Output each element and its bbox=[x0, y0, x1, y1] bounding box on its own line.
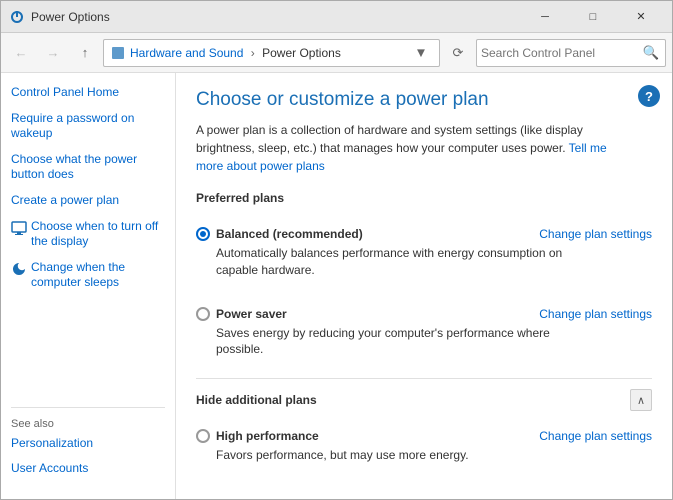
window-controls: ─ □ ✕ bbox=[522, 1, 664, 33]
search-icon: 🔍 bbox=[643, 45, 660, 61]
back-icon: ← bbox=[15, 45, 28, 60]
sidebar: Control Panel Home Require a password on… bbox=[1, 73, 176, 499]
plan-description-balanced: Automatically balances performance with … bbox=[216, 245, 566, 279]
monitor-icon bbox=[11, 220, 27, 236]
radio-high-performance[interactable] bbox=[196, 429, 210, 443]
radio-balanced[interactable] bbox=[196, 227, 210, 241]
sidebar-link-sleep-container: Change when the computer sleeps bbox=[11, 260, 165, 291]
page-title: Choose or customize a power plan bbox=[196, 89, 652, 111]
change-plan-high-performance[interactable]: Change plan settings bbox=[539, 429, 652, 443]
plan-description-power-saver: Saves energy by reducing your computer's… bbox=[216, 325, 566, 359]
address-breadcrumb: Hardware and Sound › Power Options bbox=[130, 46, 405, 60]
plan-row-balanced: Balanced (recommended) Change plan setti… bbox=[196, 227, 652, 241]
sidebar-link-personalization[interactable]: Personalization bbox=[11, 436, 165, 452]
see-also-label: See also bbox=[11, 418, 165, 430]
sidebar-top-links: Control Panel Home Require a password on… bbox=[11, 85, 165, 387]
plan-name-row-power-saver: Power saver bbox=[196, 307, 287, 321]
plan-name-high-performance: High performance bbox=[216, 429, 319, 443]
sidebar-link-sleep[interactable]: Change when the computer sleeps bbox=[31, 260, 165, 291]
up-button[interactable]: ↑ bbox=[71, 39, 99, 67]
sidebar-see-also: See also Personalization User Accounts bbox=[11, 407, 165, 487]
sidebar-link-require-password[interactable]: Require a password on wakeup bbox=[11, 111, 165, 142]
radio-power-saver[interactable] bbox=[196, 307, 210, 321]
window: Power Options ─ □ ✕ ← → ↑ Hardware and S… bbox=[0, 0, 673, 500]
hide-plans-header: Hide additional plans ∧ bbox=[196, 389, 652, 411]
sleep-icon bbox=[11, 261, 27, 277]
breadcrumb-separator: › bbox=[251, 46, 255, 60]
sidebar-link-turn-off-display-container: Choose when to turn off the display bbox=[11, 219, 165, 250]
plan-name-power-saver: Power saver bbox=[216, 307, 287, 321]
plan-row-power-saver: Power saver Change plan settings bbox=[196, 307, 652, 321]
page-description: A power plan is a collection of hardware… bbox=[196, 121, 636, 175]
collapse-button[interactable]: ∧ bbox=[630, 389, 652, 411]
address-dropdown-button[interactable]: ▼ bbox=[409, 40, 433, 66]
window-icon bbox=[9, 9, 25, 25]
back-button[interactable]: ← bbox=[7, 39, 35, 67]
search-button[interactable]: 🔍 bbox=[641, 43, 661, 63]
sidebar-link-turn-off-display[interactable]: Choose when to turn off the display bbox=[31, 219, 165, 250]
breadcrumb-current: Power Options bbox=[262, 46, 341, 60]
change-plan-balanced[interactable]: Change plan settings bbox=[539, 227, 652, 241]
page-description-text: A power plan is a collection of hardware… bbox=[196, 123, 583, 155]
refresh-button[interactable]: ⟳ bbox=[444, 39, 472, 67]
sidebar-wrapper: Control Panel Home Require a password on… bbox=[11, 85, 165, 487]
plan-name-row-balanced: Balanced (recommended) bbox=[196, 227, 363, 241]
breadcrumb-hardware-sound[interactable]: Hardware and Sound bbox=[130, 46, 243, 60]
minimize-button[interactable]: ─ bbox=[522, 1, 568, 33]
plan-name-row-high-performance: High performance bbox=[196, 429, 319, 443]
title-bar: Power Options ─ □ ✕ bbox=[1, 1, 672, 33]
sidebar-link-user-accounts[interactable]: User Accounts bbox=[11, 461, 165, 477]
up-icon: ↑ bbox=[82, 45, 89, 60]
sidebar-link-power-button[interactable]: Choose what the power button does bbox=[11, 152, 165, 183]
search-box: 🔍 bbox=[476, 39, 666, 67]
plan-item-high-performance: High performance Change plan settings Fa… bbox=[196, 421, 652, 472]
sidebar-link-create-plan[interactable]: Create a power plan bbox=[11, 193, 165, 209]
plan-item-power-saver: Power saver Change plan settings Saves e… bbox=[196, 299, 652, 367]
close-button[interactable]: ✕ bbox=[618, 1, 664, 33]
content-area: Control Panel Home Require a password on… bbox=[1, 73, 672, 499]
address-bar-icon bbox=[110, 45, 126, 61]
forward-button[interactable]: → bbox=[39, 39, 67, 67]
help-button[interactable]: ? bbox=[638, 85, 660, 107]
preferred-plans-header: Preferred plans bbox=[196, 191, 652, 209]
maximize-button[interactable]: □ bbox=[570, 1, 616, 33]
change-plan-power-saver[interactable]: Change plan settings bbox=[539, 307, 652, 321]
plan-name-balanced: Balanced (recommended) bbox=[216, 227, 363, 241]
toolbar: ← → ↑ Hardware and Sound › Power Options… bbox=[1, 33, 672, 73]
main-panel: ? Choose or customize a power plan A pow… bbox=[176, 73, 672, 499]
window-title: Power Options bbox=[31, 10, 522, 24]
hide-plans-label: Hide additional plans bbox=[196, 393, 317, 407]
plan-item-balanced: Balanced (recommended) Change plan setti… bbox=[196, 219, 652, 287]
search-input[interactable] bbox=[481, 46, 641, 60]
plan-row-high-performance: High performance Change plan settings bbox=[196, 429, 652, 443]
forward-icon: → bbox=[47, 45, 60, 60]
sidebar-link-control-panel-home[interactable]: Control Panel Home bbox=[11, 85, 165, 101]
address-bar: Hardware and Sound › Power Options ▼ bbox=[103, 39, 440, 67]
section-separator bbox=[196, 378, 652, 379]
plan-description-high-performance: Favors performance, but may use more ene… bbox=[216, 447, 566, 464]
